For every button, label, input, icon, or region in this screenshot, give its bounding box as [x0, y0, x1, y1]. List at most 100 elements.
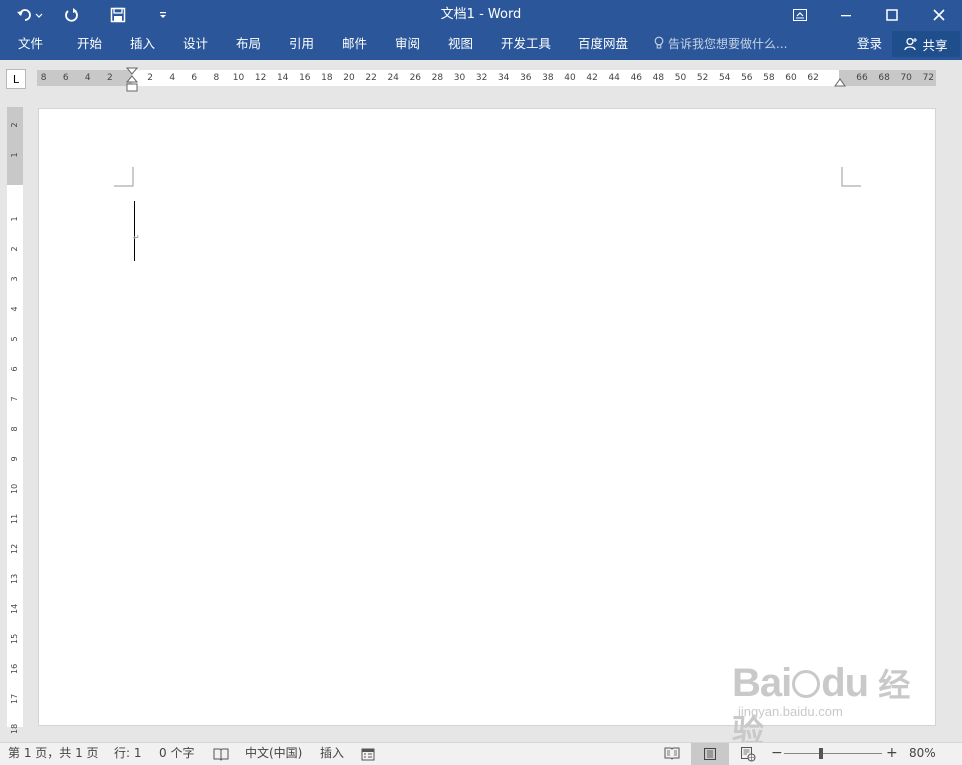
print-layout-button[interactable] — [691, 743, 729, 765]
tab-design[interactable]: 设计 — [183, 30, 208, 60]
ruler-number: 6 — [191, 73, 198, 83]
ruler-number: 66 — [856, 73, 868, 83]
tab-mailings[interactable]: 邮件 — [342, 30, 367, 60]
insert-mode[interactable]: 插入 — [320, 743, 344, 765]
right-indent-marker[interactable] — [834, 78, 846, 87]
vertical-ruler[interactable]: 2 1 1 2 3 4 5 6 7 8 9 10 11 12 13 14 15 16 17 18 — [7, 107, 23, 734]
crop-mark-top-right — [841, 167, 861, 187]
ruler-number: 16 — [10, 663, 19, 674]
undo-icon — [17, 9, 43, 21]
tab-references[interactable]: 引用 — [289, 30, 314, 60]
proofing-book-icon — [213, 748, 229, 761]
ruler-number: 9 — [10, 456, 19, 462]
crop-mark-top-left — [114, 167, 134, 187]
macro-button[interactable] — [361, 747, 375, 765]
ruler-number: 46 — [630, 73, 643, 83]
ruler-number: 1 — [10, 152, 19, 158]
ruler-number: 18 — [321, 73, 333, 83]
word-count[interactable]: 0 个字 — [159, 743, 194, 765]
zoom-level[interactable]: 80% — [909, 743, 936, 765]
ruler-number: 11 — [10, 513, 19, 524]
tell-me-text: 告诉我您想要做什么... — [668, 37, 788, 51]
ruler-number: 36 — [520, 73, 532, 83]
line-number[interactable]: 行: 1 — [114, 743, 142, 765]
sign-in-link[interactable]: 登录 — [857, 30, 882, 58]
indent-marker[interactable] — [126, 67, 138, 94]
zoom-slider-thumb[interactable] — [819, 748, 823, 759]
ruler-number: 58 — [763, 73, 775, 83]
ruler-number: 7 — [10, 396, 19, 402]
save-button[interactable] — [104, 0, 132, 30]
ruler-number: 6 — [62, 73, 69, 83]
ruler-number: 52 — [696, 73, 709, 83]
lightbulb-icon — [654, 36, 664, 49]
ruler-number: 60 — [785, 73, 797, 83]
redo-icon — [65, 8, 78, 22]
zoom-out-button[interactable]: − — [771, 743, 783, 765]
customize-qat-button[interactable] — [152, 0, 174, 30]
ruler-number: 28 — [431, 73, 444, 83]
tell-me-box[interactable]: 告诉我您想要做什么... — [654, 30, 787, 60]
ruler-number: 10 — [10, 483, 19, 494]
ruler-number: 72 — [922, 73, 935, 83]
maximize-icon — [886, 9, 898, 21]
ruler-number: 40 — [564, 73, 576, 83]
page-count[interactable]: 第 1 页，共 1 页 — [8, 743, 99, 765]
web-layout-button[interactable] — [740, 746, 756, 765]
share-person-icon — [904, 37, 918, 51]
tab-file[interactable]: 文件 — [18, 30, 43, 60]
tab-home[interactable]: 开始 — [77, 30, 102, 60]
tab-selector[interactable]: L — [6, 69, 26, 89]
ruler-number: 14 — [276, 73, 289, 83]
ruler-number: 8 — [213, 73, 220, 83]
document-page[interactable]: ↵ — [38, 108, 936, 726]
ruler-number: 10 — [232, 73, 245, 83]
ruler-number: 2 — [107, 73, 113, 83]
ruler-number: 24 — [387, 73, 399, 83]
horizontal-ruler[interactable]: 8 6 4 2 2 4 6 8 10 12 14 16 18 20 22 24 26 28 30 32 34 36 38 40… — [37, 67, 936, 92]
minimize-icon — [841, 15, 851, 17]
close-icon — [933, 9, 945, 21]
ruler-number: 70 — [900, 73, 912, 83]
ruler-number: 62 — [807, 73, 819, 83]
ruler-number: 32 — [475, 73, 488, 83]
ruler-number: 13 — [10, 573, 19, 584]
status-bar: 第 1 页，共 1 页 行: 1 0 个字 中文(中国) 插入 − + 80% — [0, 742, 962, 765]
zoom-in-button[interactable]: + — [886, 743, 898, 765]
minimize-button[interactable] — [823, 0, 869, 30]
tab-baidu-netdisk[interactable]: 百度网盘 — [578, 30, 628, 60]
ruler-number: 48 — [652, 73, 665, 83]
ruler-number: 17 — [10, 693, 19, 704]
macro-recording-icon — [361, 748, 375, 761]
ruler-number: 56 — [741, 73, 753, 83]
proofing-button[interactable] — [213, 747, 229, 765]
ruler-number: 68 — [878, 73, 890, 83]
ruler-number: 15 — [10, 633, 19, 644]
ruler-number: 16 — [299, 73, 311, 83]
tab-review[interactable]: 审阅 — [395, 30, 420, 60]
tab-insert[interactable]: 插入 — [130, 30, 155, 60]
ribbon-display-options-button[interactable] — [777, 0, 823, 30]
zoom-slider-track[interactable] — [784, 753, 882, 754]
ruler-number: 4 — [10, 306, 19, 312]
maximize-button[interactable] — [869, 0, 915, 30]
read-mode-button[interactable] — [664, 746, 680, 765]
tab-layout[interactable]: 布局 — [236, 30, 261, 60]
tab-developer[interactable]: 开发工具 — [501, 30, 551, 60]
tab-view[interactable]: 视图 — [448, 30, 473, 60]
ruler-number: 8 — [10, 426, 19, 432]
ruler-number: 14 — [10, 603, 19, 614]
share-button[interactable]: 共享 — [892, 31, 960, 57]
close-button[interactable] — [916, 0, 962, 30]
redo-button[interactable] — [58, 0, 86, 30]
read-mode-icon — [664, 747, 680, 760]
ruler-number: 18 — [10, 723, 19, 734]
save-icon — [110, 7, 126, 23]
ruler-number: 4 — [84, 73, 91, 83]
ruler-number: 2 — [147, 73, 153, 83]
undo-button[interactable] — [12, 0, 48, 30]
ruler-number: 44 — [608, 73, 620, 83]
ruler-number: 2 — [10, 122, 19, 128]
language-indicator[interactable]: 中文(中国) — [245, 743, 302, 765]
ruler-number: 3 — [10, 276, 19, 282]
